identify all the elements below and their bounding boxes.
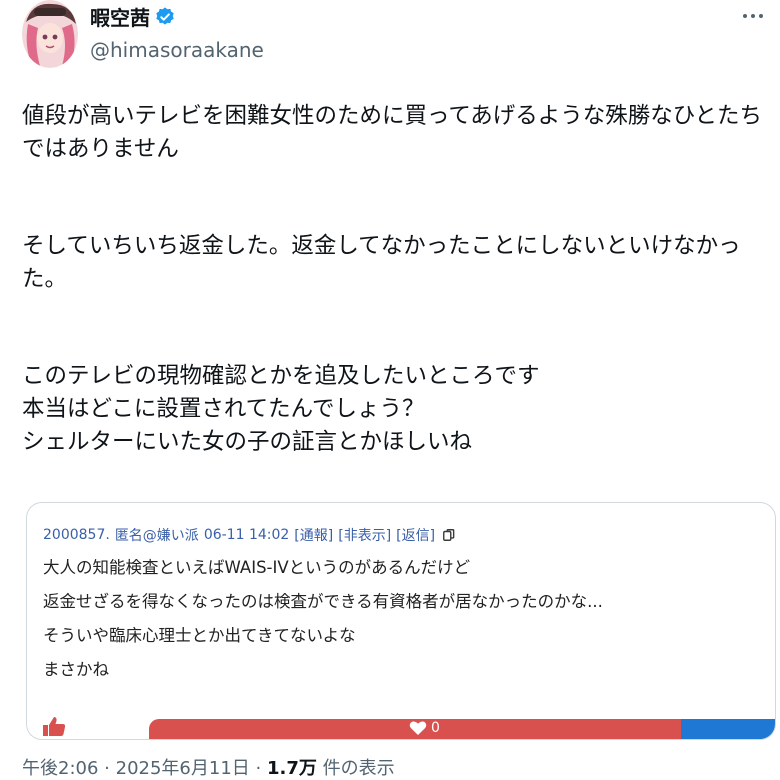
copy-icon[interactable] <box>442 528 456 542</box>
tweet-line: 本当はどこに設置されてたんでしょう？ <box>22 396 425 422</box>
like-bar[interactable]: 0 <box>149 719 681 739</box>
poster-name: 匿名@嫌い派 <box>114 528 199 544</box>
tweet-line: そしていちいち返金した。返金してなかったことにしないといけなかっ <box>22 233 741 259</box>
like-count: 0 <box>409 720 440 736</box>
thumbs-up-icon[interactable] <box>41 715 67 737</box>
views-count: 1.7万 <box>267 758 317 779</box>
card-line: 大人の知能検査といえばWAIS-IVというのがあるんだけど <box>43 558 471 577</box>
heart-icon <box>409 721 427 735</box>
views-label: 件の表示 <box>322 758 395 779</box>
tweet-line: シェルターにいた女の子の証言とかほしいね <box>22 429 473 455</box>
display-name[interactable]: 暇空茜 <box>90 2 176 31</box>
more-options-icon[interactable] <box>738 4 768 28</box>
card-body: 大人の知能検査といえばWAIS-IVというのがあるんだけど 返金せざるを得なくな… <box>43 551 603 687</box>
post-id: 2000857. <box>43 527 110 543</box>
dislike-bar[interactable] <box>681 719 775 739</box>
tweet-line: 値段が高いテレビを困難女性のために買ってあげるような殊勝なひとたち <box>22 103 763 129</box>
tweet-line: ではありません <box>22 136 179 162</box>
meta-separator: · <box>255 758 262 779</box>
card-header: 2000857. 匿名@嫌い派 06-11 14:02 [通報] [非表示] [… <box>43 525 456 545</box>
card-line: まさかね <box>43 660 109 679</box>
card-line: 返金せざるを得なくなったのは検査ができる有資格者が居なかったのかな... <box>43 592 603 611</box>
display-name-text[interactable]: 暇空茜 <box>90 2 150 31</box>
post-date[interactable]: 2025年6月11日 <box>116 758 250 779</box>
reply-link[interactable]: [返信] <box>396 525 435 545</box>
meta-separator: · <box>104 758 110 779</box>
embedded-card[interactable]: 2000857. 匿名@嫌い派 06-11 14:02 [通報] [非表示] [… <box>26 502 776 740</box>
tweet-text: 値段が高いテレビを困難女性のために買ってあげるような殊勝なひとたち ではありませ… <box>22 100 762 459</box>
card-line: そういや臨床心理士とか出てきてないよな <box>43 626 356 645</box>
tweet-line: このテレビの現物確認とかを追及したいところです <box>22 363 540 389</box>
tweet-meta: 午後2:06 · 2025年6月11日 · 1.7万 件の表示 <box>22 754 395 780</box>
report-link[interactable]: [通報] <box>294 525 333 545</box>
avatar[interactable] <box>22 0 78 68</box>
handle[interactable]: @himasoraakane <box>90 38 264 62</box>
like-count-value: 0 <box>431 720 440 736</box>
post-time[interactable]: 午後2:06 <box>22 758 98 779</box>
post-datetime: 06-11 14:02 <box>203 527 290 543</box>
reaction-bar: 0 <box>27 713 775 739</box>
hide-link[interactable]: [非表示] <box>338 525 391 545</box>
tweet-line: た。 <box>22 266 68 292</box>
verified-badge-icon[interactable] <box>154 6 176 28</box>
